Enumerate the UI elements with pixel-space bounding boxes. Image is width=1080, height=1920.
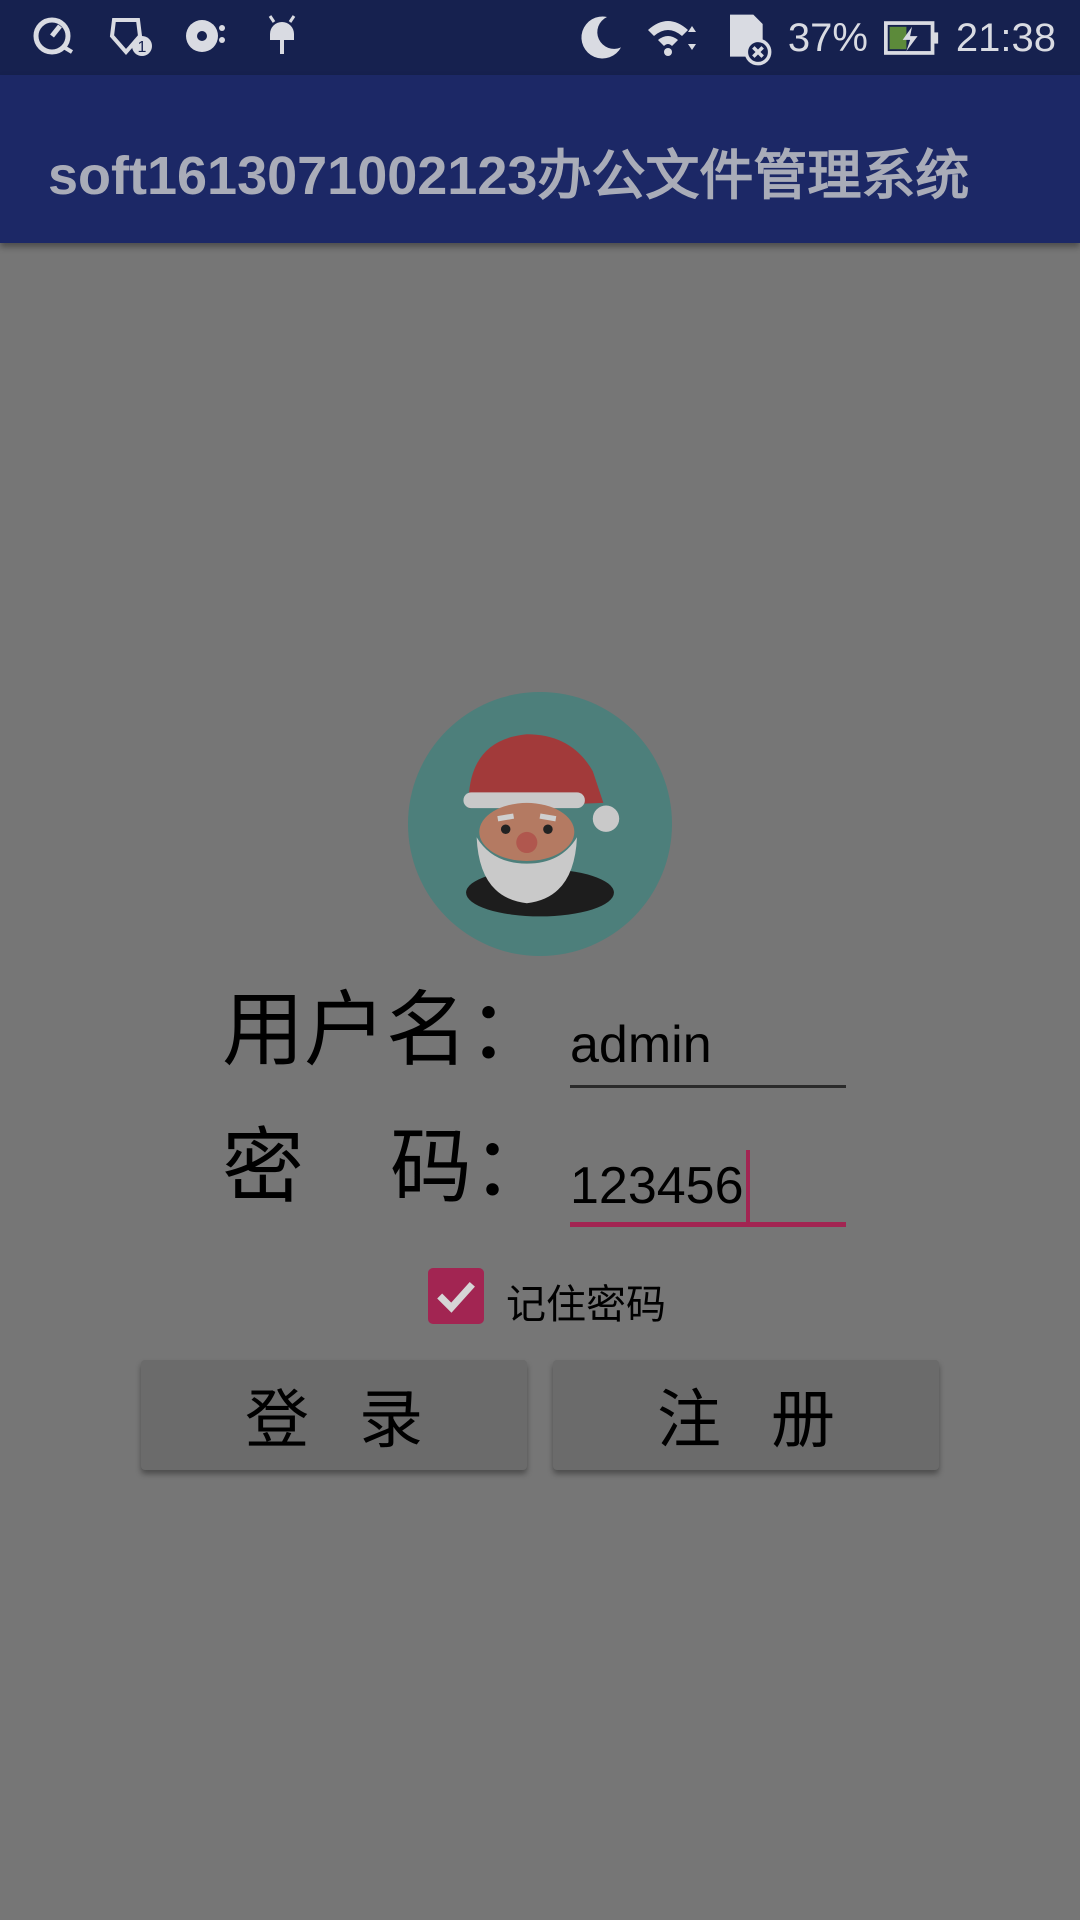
- app-bar: soft1613071002123办公文件管理系统: [0, 75, 1080, 243]
- clock: 21:38: [955, 15, 1056, 60]
- remember-checkbox[interactable]: [428, 1268, 484, 1324]
- app-title: soft1613071002123办公文件管理系统: [48, 146, 970, 206]
- username-label: 用户名：: [222, 983, 551, 1078]
- status-bar: 1 37% 21:38: [0, 0, 1080, 75]
- password-label-left: 密: [222, 1120, 305, 1215]
- password-field[interactable]: 123456: [570, 1150, 846, 1228]
- login-button-label: 登录: [245, 1384, 473, 1458]
- checkmark-icon: [437, 1281, 475, 1313]
- text-cursor: [745, 1150, 750, 1222]
- username-underline: [570, 1085, 846, 1088]
- register-button-label: 注册: [657, 1384, 885, 1458]
- moon-icon: [581, 16, 621, 59]
- password-label-right: 码：: [390, 1120, 555, 1215]
- username-value: admin: [570, 1016, 712, 1074]
- svg-text:1: 1: [138, 39, 147, 56]
- shield-badge-icon: 1: [109, 18, 152, 56]
- santa-avatar: [408, 692, 672, 956]
- android-icon: [268, 15, 296, 54]
- battery-charging-icon: [883, 21, 939, 55]
- disc-icon: [186, 20, 225, 52]
- password-underline: [570, 1222, 846, 1227]
- speedometer-icon: [33, 17, 74, 55]
- battery-percent: 37%: [787, 15, 868, 60]
- login-button[interactable]: 登录: [141, 1360, 527, 1470]
- sd-card-off-icon: [729, 14, 772, 66]
- remember-label: 记住密码: [506, 1282, 666, 1328]
- register-button[interactable]: 注册: [553, 1360, 939, 1470]
- password-value: 123456: [570, 1157, 744, 1215]
- username-field[interactable]: admin: [570, 1015, 846, 1088]
- wifi-icon: [647, 21, 696, 56]
